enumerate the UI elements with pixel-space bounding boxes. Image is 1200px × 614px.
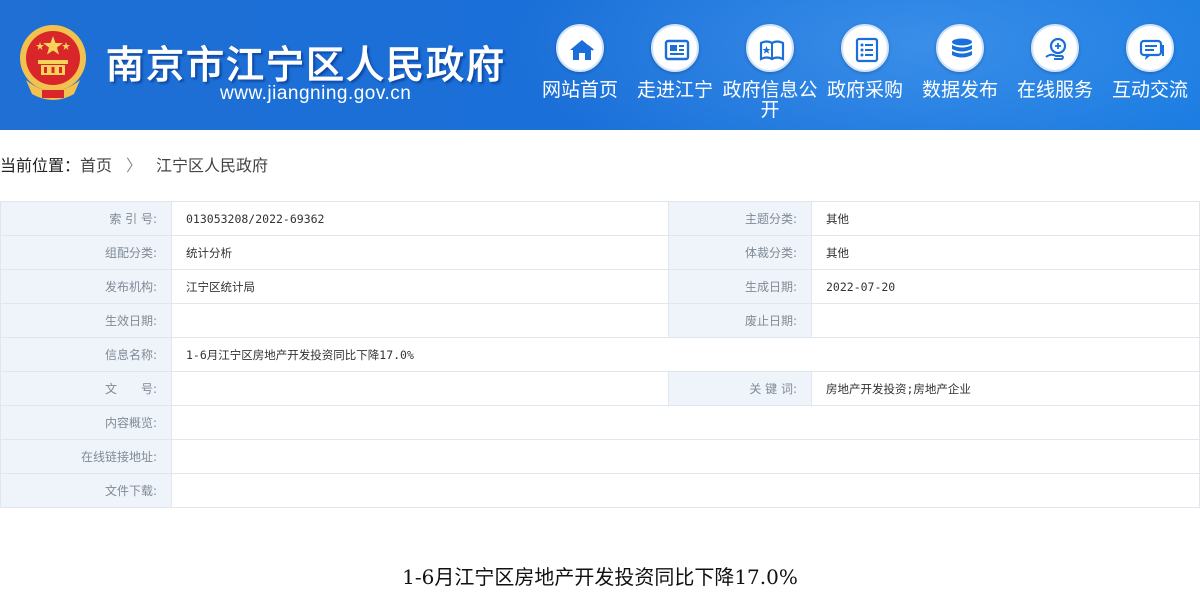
document-number-label: 文 号: bbox=[0, 371, 172, 406]
topic-category-label: 主题分类: bbox=[668, 201, 812, 236]
nav-item-home[interactable]: 网站首页 bbox=[535, 22, 625, 122]
file-download-label: 文件下载: bbox=[0, 473, 172, 508]
publisher-label: 发布机构: bbox=[0, 269, 172, 304]
keywords-value: 房地产开发投资;房地产企业 bbox=[811, 371, 1200, 406]
genre-category-label: 体裁分类: bbox=[668, 235, 812, 270]
table-row: 在线链接地址: bbox=[0, 439, 1200, 474]
online-link-label: 在线链接地址: bbox=[0, 439, 172, 474]
online-link-value[interactable] bbox=[171, 439, 1200, 474]
created-date-value: 2022-07-20 bbox=[811, 269, 1200, 304]
breadcrumb-label: 当前位置： bbox=[0, 156, 81, 175]
home-icon bbox=[556, 24, 604, 72]
nav-label-procurement: 政府采购 bbox=[826, 79, 903, 101]
publisher-value: 江宁区统计局 bbox=[171, 269, 669, 304]
nav-label-data: 数据发布 bbox=[921, 79, 998, 101]
genre-category-value: 其他 bbox=[811, 235, 1200, 270]
nav-item-gov-info[interactable]: 政府信息公开 bbox=[722, 22, 818, 122]
database-icon bbox=[936, 24, 984, 72]
table-row: 内容概览: bbox=[0, 405, 1200, 440]
document-number-value bbox=[171, 371, 669, 406]
table-row: 组配分类: 统计分析 体裁分类: 其他 bbox=[0, 235, 1200, 270]
table-row: 索 引 号: 013053208/2022-69362 主题分类: 其他 bbox=[0, 201, 1200, 236]
nav-label-service: 在线服务 bbox=[1016, 79, 1093, 101]
national-emblem-icon[interactable] bbox=[14, 20, 92, 104]
list-icon bbox=[841, 24, 889, 72]
nav-label-about: 走进江宁 bbox=[636, 79, 713, 101]
effective-date-label: 生效日期: bbox=[0, 303, 172, 338]
table-row: 文件下载: bbox=[0, 473, 1200, 508]
main-nav: 网站首页 走进江宁 政府信息公开 政府采购 数据发布 在线服务 互动交流 bbox=[535, 22, 1200, 122]
breadcrumb-link-district-gov[interactable]: 江宁区人民政府 bbox=[156, 156, 268, 175]
index-number-value: 013053208/2022-69362 bbox=[171, 201, 669, 236]
topic-category-value: 其他 bbox=[811, 201, 1200, 236]
chat-icon bbox=[1126, 24, 1174, 72]
nav-label-home: 网站首页 bbox=[541, 79, 618, 101]
breadcrumb-link-home[interactable]: 首页 bbox=[80, 156, 112, 175]
breadcrumb: 当前位置：首页〉江宁区人民政府 bbox=[0, 154, 268, 178]
nav-item-data[interactable]: 数据发布 bbox=[915, 22, 1005, 122]
group-category-value: 统计分析 bbox=[171, 235, 669, 270]
nav-item-service[interactable]: 在线服务 bbox=[1010, 22, 1100, 122]
table-row: 文 号: 关 键 词: 房地产开发投资;房地产企业 bbox=[0, 371, 1200, 406]
document-metadata-table: 索 引 号: 013053208/2022-69362 主题分类: 其他 组配分… bbox=[0, 201, 1200, 508]
index-number-label: 索 引 号: bbox=[0, 201, 172, 236]
nav-item-about[interactable]: 走进江宁 bbox=[630, 22, 720, 122]
table-row: 发布机构: 江宁区统计局 生成日期: 2022-07-20 bbox=[0, 269, 1200, 304]
site-title[interactable]: 南京市江宁区人民政府 bbox=[106, 34, 506, 89]
article-title: 1-6月江宁区房地产开发投资同比下降17.0% bbox=[402, 565, 798, 589]
nav-label-gov-info: 政府信息公开 bbox=[722, 79, 818, 121]
info-name-label: 信息名称: bbox=[0, 337, 172, 372]
newspaper-icon bbox=[651, 24, 699, 72]
nav-label-interaction: 互动交流 bbox=[1111, 79, 1188, 101]
created-date-label: 生成日期: bbox=[668, 269, 812, 304]
site-url[interactable]: www.jiangning.gov.cn bbox=[220, 83, 411, 105]
nav-item-interaction[interactable]: 互动交流 bbox=[1105, 22, 1195, 122]
site-header: 南京市江宁区人民政府 www.jiangning.gov.cn 网站首页 走进江… bbox=[0, 0, 1200, 130]
abolished-date-label: 废止日期: bbox=[668, 303, 812, 338]
nav-item-procurement[interactable]: 政府采购 bbox=[820, 22, 910, 122]
open-book-icon bbox=[746, 24, 794, 72]
info-name-value: 1-6月江宁区房地产开发投资同比下降17.0% bbox=[171, 337, 1200, 372]
summary-value bbox=[171, 405, 1200, 440]
summary-label: 内容概览: bbox=[0, 405, 172, 440]
table-row: 信息名称: 1-6月江宁区房地产开发投资同比下降17.0% bbox=[0, 337, 1200, 372]
table-row: 生效日期: 废止日期: bbox=[0, 303, 1200, 338]
breadcrumb-separator: 〉 bbox=[126, 156, 143, 175]
effective-date-value bbox=[171, 303, 669, 338]
file-download-value[interactable] bbox=[171, 473, 1200, 508]
group-category-label: 组配分类: bbox=[0, 235, 172, 270]
abolished-date-value bbox=[811, 303, 1200, 338]
keywords-label: 关 键 词: bbox=[668, 371, 812, 406]
service-hand-icon bbox=[1031, 24, 1079, 72]
